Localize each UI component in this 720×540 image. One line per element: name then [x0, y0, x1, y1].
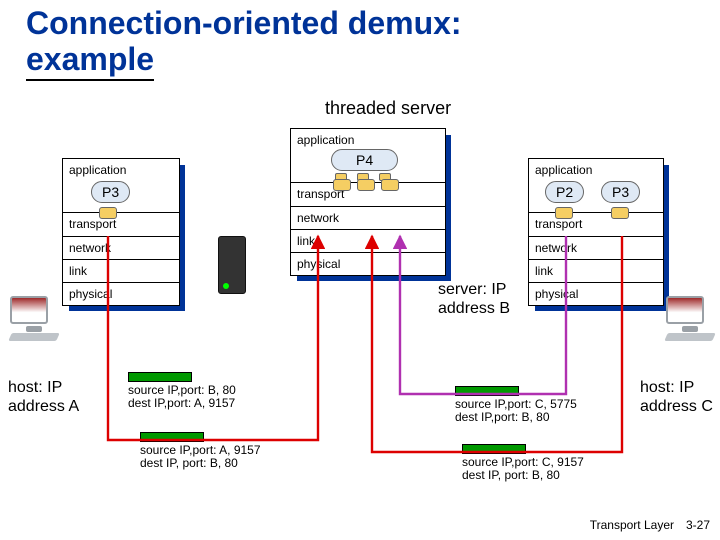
socket-icon [555, 207, 573, 219]
socket-icon [99, 207, 117, 219]
server-b-layer-physical: physical [291, 253, 445, 275]
server-b-layer-application: application P4 [291, 129, 445, 183]
layer-label: application [69, 163, 126, 177]
host-c-layer-link: link [529, 260, 663, 283]
server-b-layer-transport: transport [291, 183, 445, 207]
packet-line: dest IP,port: A, 9157 [128, 397, 236, 410]
host-a-layer-application: application P3 [63, 159, 179, 213]
server-b-layer-network: network [291, 207, 445, 230]
host-c-layer-application: application P2 P3 [529, 159, 663, 213]
slide-title: Connection-oriented demux: example [26, 6, 462, 78]
socket-icon [333, 179, 351, 191]
socket-icon [611, 207, 629, 219]
packet-bar [455, 386, 519, 396]
layer-label: application [297, 133, 354, 147]
server-b-layer-link: link [291, 230, 445, 253]
host-a-layer-physical: physical [63, 283, 179, 305]
process-p4: P4 [331, 149, 398, 171]
packet-bar [140, 432, 204, 442]
footer-text: Transport Layer [590, 518, 674, 532]
host-a-layer-link: link [63, 260, 179, 283]
packet-line: dest IP,port: B, 80 [455, 411, 577, 424]
title-line-2: example [26, 41, 154, 81]
host-c-layer-network: network [529, 237, 663, 260]
packet-a-send: source IP,port: A, 9157 dest IP, port: B… [140, 432, 261, 470]
packet-line: dest IP, port: B, 80 [462, 469, 584, 482]
title-line-1: Connection-oriented demux: [26, 5, 462, 41]
packet-c-top: source IP,port: C, 5775 dest IP,port: B,… [455, 386, 577, 424]
host-c-label: host: IP address C [640, 378, 720, 416]
server-b-stack: application P4 transport network link ph… [290, 128, 446, 276]
layer-label: application [535, 163, 592, 177]
host-c-layer-transport: transport [529, 213, 663, 237]
host-a-stack: application P3 transport network link ph… [62, 158, 180, 306]
packet-a-recv: source IP,port: B, 80 dest IP,port: A, 9… [128, 372, 236, 410]
process-p2: P2 [545, 181, 584, 203]
packet-line: dest IP, port: B, 80 [140, 457, 261, 470]
socket-icon [381, 179, 399, 191]
process-p3-c: P3 [601, 181, 640, 203]
packet-bar [462, 444, 526, 454]
host-c-stack: application P2 P3 transport network link… [528, 158, 664, 306]
packet-bar [128, 372, 192, 382]
host-a-label: host: IP address A [8, 378, 88, 416]
host-c-layer-physical: physical [529, 283, 663, 305]
server-rack-icon [218, 236, 246, 294]
socket-icon [357, 179, 375, 191]
packet-c-bot: source IP,port: C, 9157 dest IP, port: B… [462, 444, 584, 482]
host-a-computer-icon [10, 296, 58, 341]
host-a-layer-transport: transport [63, 213, 179, 237]
slide-number: 3-27 [686, 518, 710, 532]
host-c-computer-icon [666, 296, 714, 341]
layer-label: transport [69, 217, 116, 231]
layer-label: transport [535, 217, 582, 231]
process-p3: P3 [91, 181, 130, 203]
host-a-layer-network: network [63, 237, 179, 260]
threaded-server-label: threaded server [325, 98, 451, 119]
server-b-label: server: IP address B [438, 280, 528, 318]
